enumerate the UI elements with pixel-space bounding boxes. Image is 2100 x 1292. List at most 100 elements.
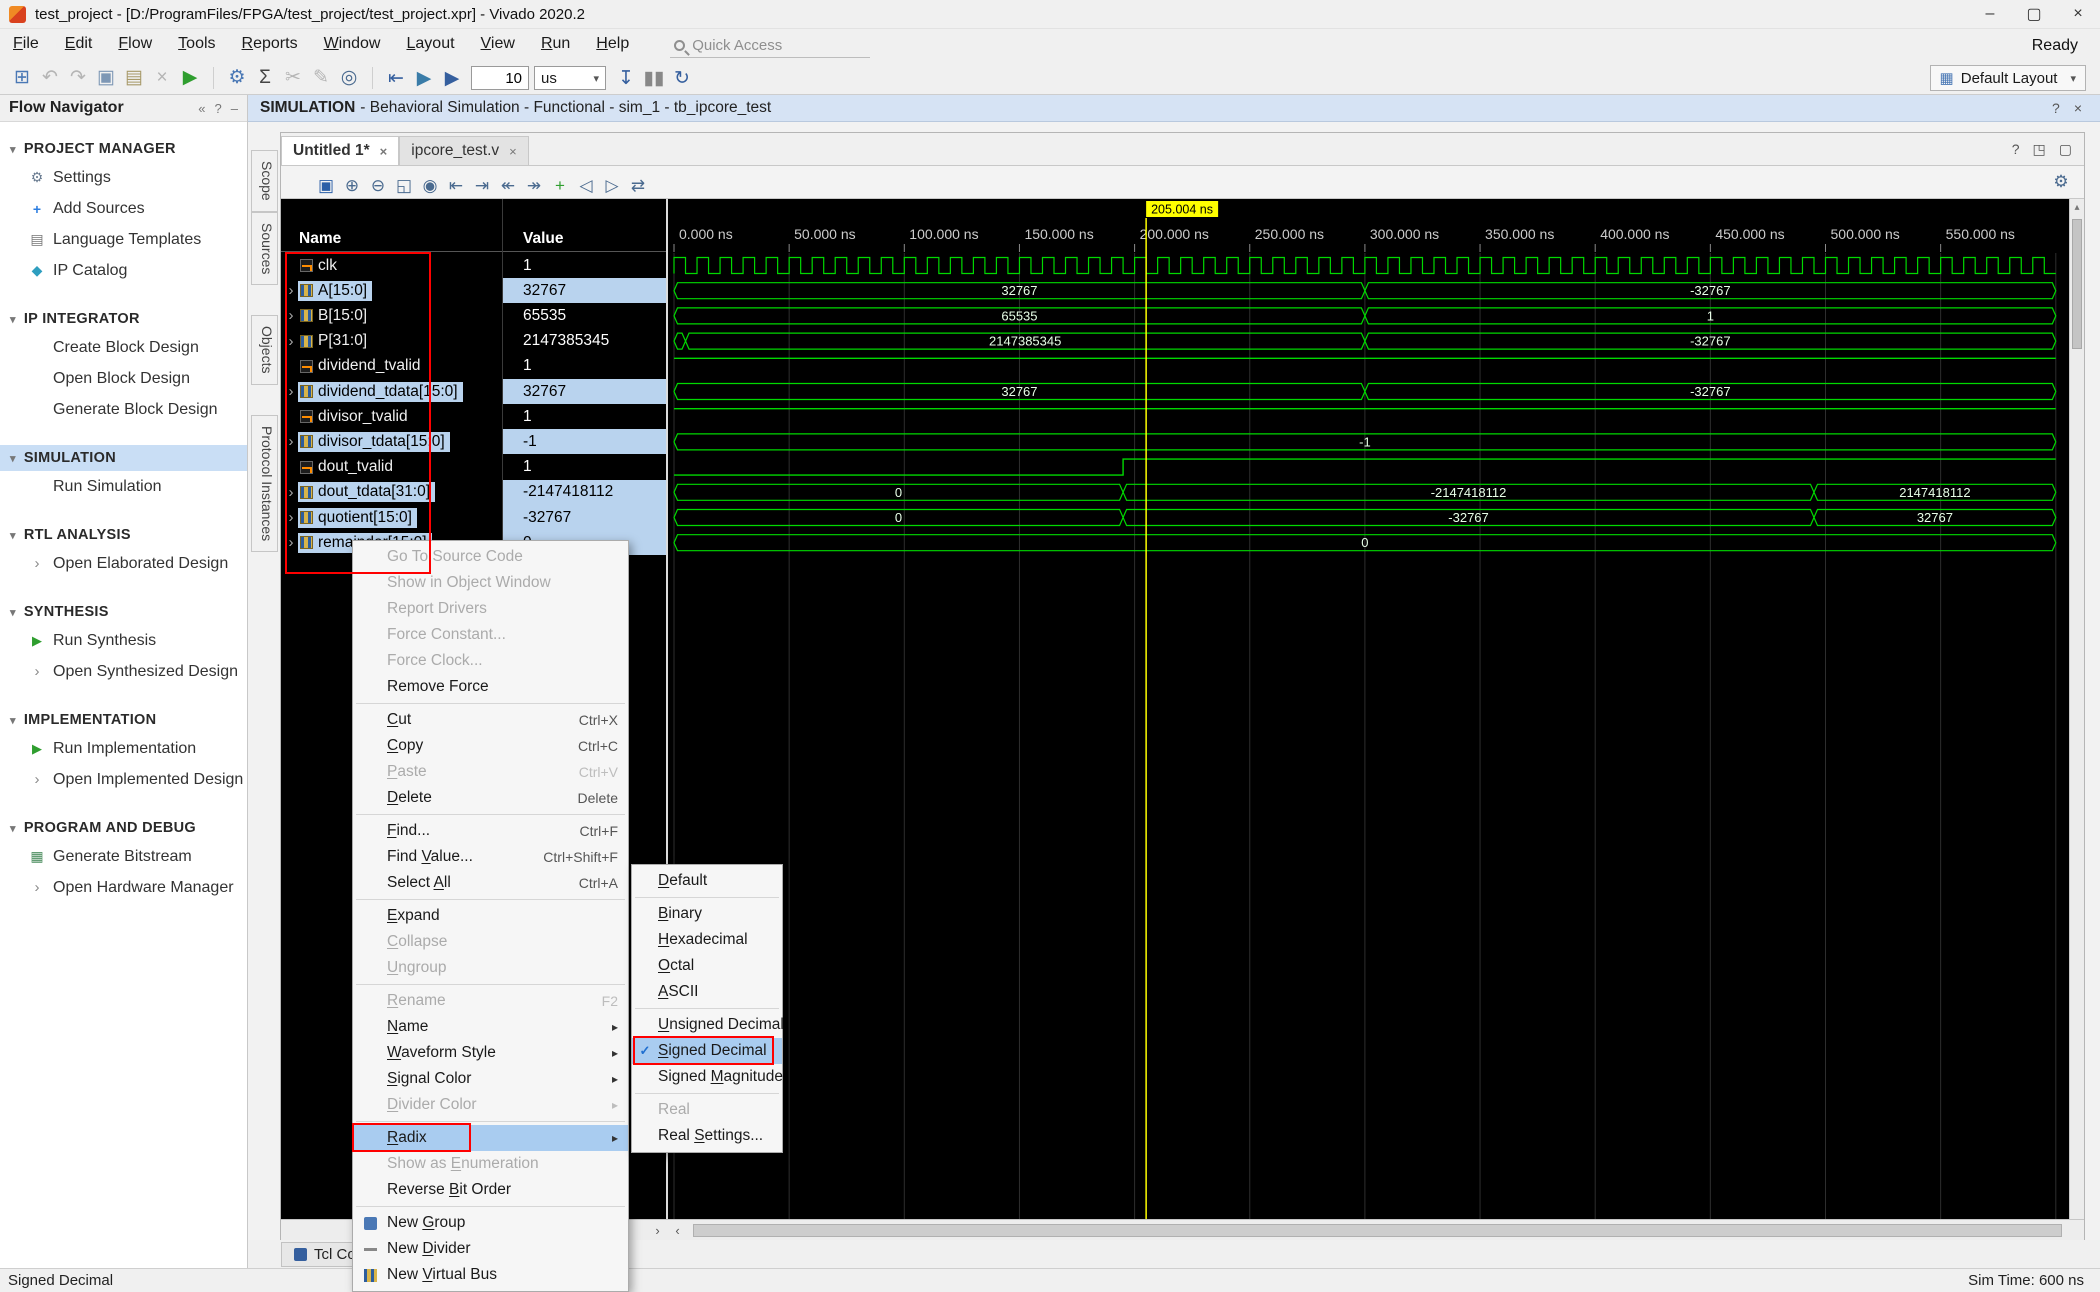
next-transition-icon[interactable]: ↠ xyxy=(521,173,547,199)
expand-arrow-icon[interactable]: › xyxy=(284,333,298,350)
signal-value-row[interactable]: -1 xyxy=(503,429,666,454)
menu-item-new-divider[interactable]: New Divider xyxy=(353,1236,628,1262)
menu-flow[interactable]: Flow xyxy=(105,29,165,62)
save-waveform-icon[interactable]: ▣ xyxy=(313,173,339,199)
sum-icon[interactable]: Σ xyxy=(251,65,279,92)
signal-value-row[interactable]: 1 xyxy=(503,404,666,429)
menu-item-expand[interactable]: Expand xyxy=(353,903,628,929)
open-recent-icon[interactable]: ⊞ xyxy=(8,64,36,91)
flow-item-open-elaborated-design[interactable]: ›Open Elaborated Design xyxy=(0,548,247,579)
menu-item-find[interactable]: Find...Ctrl+F xyxy=(353,818,628,844)
close-button[interactable]: × xyxy=(2056,0,2100,28)
zoom-out-icon[interactable]: ⊖ xyxy=(365,173,391,199)
flow-section-ip-integrator[interactable]: ▾IP INTEGRATOR xyxy=(0,306,247,332)
menu-edit[interactable]: Edit xyxy=(52,29,106,62)
menu-item-waveform-style[interactable]: Waveform Style▸ xyxy=(353,1040,628,1066)
splitter-expand-icon[interactable]: › xyxy=(649,1222,666,1239)
help-icon[interactable]: ? xyxy=(2052,100,2060,116)
vertical-scrollbar[interactable]: ▴ xyxy=(2069,199,2084,1219)
previous-transition-icon[interactable]: ↞ xyxy=(495,173,521,199)
signal-value-row[interactable]: 2147385345 xyxy=(503,329,666,354)
expand-arrow-icon[interactable]: › xyxy=(284,433,298,450)
redo-icon[interactable]: ↷ xyxy=(64,64,92,91)
run-icon[interactable]: ▶ xyxy=(176,64,204,91)
go-to-time-end-icon[interactable]: ⇥ xyxy=(469,173,495,199)
flow-section-project-manager[interactable]: ▾PROJECT MANAGER xyxy=(0,136,247,162)
waveform-settings-icon[interactable]: ⚙ xyxy=(2048,169,2074,195)
menu-run[interactable]: Run xyxy=(528,29,583,62)
side-tab-protocol-instances[interactable]: Protocol Instances xyxy=(251,415,278,552)
float-pane-icon[interactable]: ◳ xyxy=(2033,141,2046,158)
go-to-time-0-icon[interactable]: ⇤ xyxy=(443,173,469,199)
maximize-button[interactable]: ▢ xyxy=(2012,0,2056,28)
flow-item-create-block-design[interactable]: Create Block Design xyxy=(0,332,247,363)
signal-value-row[interactable]: -2147418112 xyxy=(503,480,666,505)
collapse-panel-icon[interactable]: « xyxy=(198,101,205,116)
scrollbar-thumb[interactable] xyxy=(693,1224,2062,1237)
signal-name-row[interactable]: divisor_tvalid xyxy=(281,404,413,429)
flow-item-open-synthesized-design[interactable]: ›Open Synthesized Design xyxy=(0,656,247,687)
run-all-icon[interactable]: ▶ xyxy=(410,65,438,92)
flow-section-synthesis[interactable]: ▾SYNTHESIS xyxy=(0,599,247,625)
signal-value-row[interactable]: 1 xyxy=(503,354,666,379)
flow-item-open-block-design[interactable]: Open Block Design xyxy=(0,363,247,394)
signal-value-row[interactable]: -32767 xyxy=(503,505,666,530)
signal-name-row[interactable]: dout_tvalid xyxy=(281,455,398,480)
flow-section-simulation[interactable]: ▾SIMULATION xyxy=(0,445,247,471)
menu-item-name[interactable]: Name▸ xyxy=(353,1014,628,1040)
flow-item-open-hardware-manager[interactable]: ›Open Hardware Manager xyxy=(0,872,247,903)
menu-item-select-all[interactable]: Select AllCtrl+A xyxy=(353,870,628,896)
side-tab-sources[interactable]: Sources xyxy=(251,212,278,285)
undo-icon[interactable]: ↶ xyxy=(36,64,64,91)
signal-value-row[interactable]: 65535 xyxy=(503,303,666,328)
paste-icon[interactable]: ▤ xyxy=(120,64,148,91)
expand-arrow-icon[interactable]: › xyxy=(284,383,298,400)
help-icon[interactable]: ? xyxy=(215,101,222,116)
edit-icon[interactable]: ✎ xyxy=(307,64,335,91)
menu-item-signed-magnitude[interactable]: Signed Magnitude xyxy=(632,1064,782,1090)
flow-item-generate-bitstream[interactable]: ▦Generate Bitstream xyxy=(0,841,247,872)
quick-access-search[interactable]: Quick Access xyxy=(670,34,870,58)
menu-item-signed-decimal[interactable]: ✓Signed Decimal xyxy=(632,1038,782,1064)
menu-item-delete[interactable]: DeleteDelete xyxy=(353,785,628,811)
layout-select[interactable]: ▦ Default Layout ▾ xyxy=(1930,65,2086,91)
tab-ipcore-test-v[interactable]: ipcore_test.v× xyxy=(399,136,528,165)
menu-item-ascii[interactable]: ASCII xyxy=(632,979,782,1005)
signal-value-row[interactable]: 32767 xyxy=(503,278,666,303)
add-marker-icon[interactable]: + xyxy=(547,173,573,199)
flow-item-language-templates[interactable]: ▤Language Templates xyxy=(0,224,247,255)
scroll-up-icon[interactable]: ▴ xyxy=(2070,199,2084,213)
signal-name-row[interactable]: ›quotient[15:0] xyxy=(281,505,417,530)
menu-layout[interactable]: Layout xyxy=(393,29,467,62)
side-tab-scope[interactable]: Scope xyxy=(251,150,278,212)
delete-icon[interactable]: × xyxy=(148,65,176,92)
time-unit-select[interactable]: us ▾ xyxy=(534,66,606,90)
signal-name-row[interactable]: ›B[15:0] xyxy=(281,303,372,328)
probe-icon[interactable]: ◎ xyxy=(335,64,363,91)
run-for-time-icon[interactable]: ▶ xyxy=(438,65,466,92)
expand-arrow-icon[interactable]: › xyxy=(284,307,298,324)
menu-item-hexadecimal[interactable]: Hexadecimal xyxy=(632,927,782,953)
help-icon[interactable]: ? xyxy=(2012,141,2020,157)
step-icon[interactable]: ↧ xyxy=(612,65,640,92)
cut-icon[interactable]: ✂ xyxy=(279,64,307,91)
tab-untitled-1[interactable]: Untitled 1*× xyxy=(281,136,399,165)
flow-section-rtl-analysis[interactable]: ▾RTL ANALYSIS xyxy=(0,522,247,548)
expand-arrow-icon[interactable]: › xyxy=(284,534,298,551)
signal-name-row[interactable]: ›dout_tdata[31:0] xyxy=(281,480,435,505)
flow-item-generate-block-design[interactable]: Generate Block Design xyxy=(0,394,247,425)
side-tab-objects[interactable]: Objects xyxy=(251,315,278,384)
search-icon[interactable] xyxy=(287,165,313,191)
menu-item-remove-force[interactable]: Remove Force xyxy=(353,674,628,700)
signal-name-row[interactable]: ›P[31:0] xyxy=(281,329,372,354)
zoom-to-cursor-icon[interactable]: ◉ xyxy=(417,173,443,199)
signal-value-row[interactable]: 1 xyxy=(503,253,666,278)
scrollbar-thumb[interactable] xyxy=(2072,219,2082,349)
expand-arrow-icon[interactable]: › xyxy=(284,509,298,526)
menu-item-new-virtual-bus[interactable]: New Virtual Bus xyxy=(353,1262,628,1288)
signal-name-row[interactable]: ›A[15:0] xyxy=(281,278,372,303)
menu-item-octal[interactable]: Octal xyxy=(632,953,782,979)
close-icon[interactable]: × xyxy=(509,144,517,159)
break-icon[interactable]: ▮▮ xyxy=(640,65,668,92)
menu-window[interactable]: Window xyxy=(311,29,394,62)
